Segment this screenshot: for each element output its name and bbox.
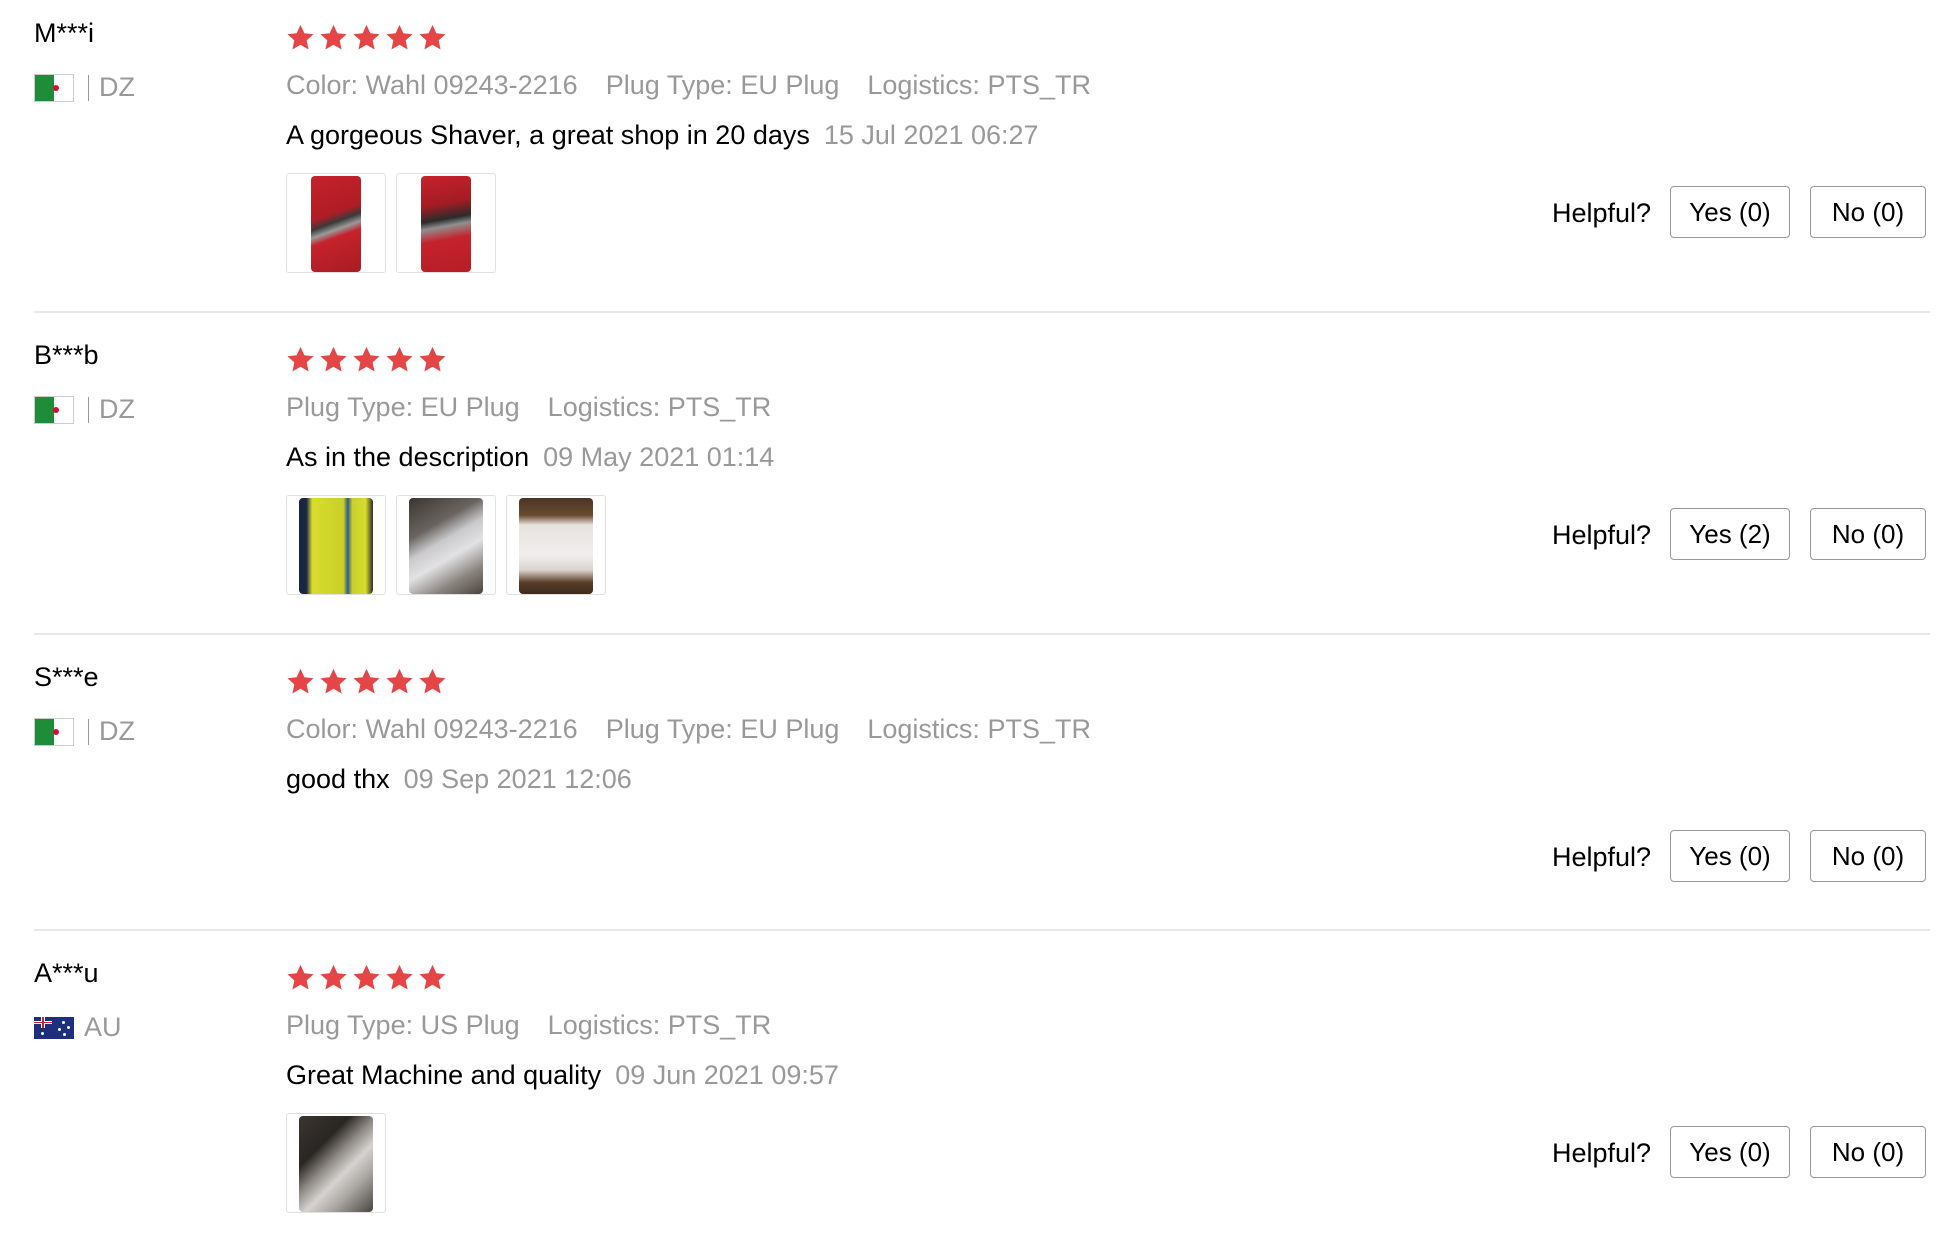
reviewer-country: DZ — [34, 72, 135, 103]
helpful-label: Helpful? — [1552, 842, 1652, 872]
star-icon — [286, 23, 315, 52]
country-code: DZ — [99, 72, 135, 102]
star-icon — [385, 23, 414, 52]
reviewer-name: S***e — [34, 662, 99, 692]
review-photo-thumbnail[interactable] — [286, 173, 386, 273]
star-icon — [385, 963, 414, 992]
helpful-no-button[interactable]: No (0) — [1810, 186, 1926, 238]
sku-attributes: Color: Wahl 09243-2216 Plug Type: EU Plu… — [286, 70, 1091, 101]
reviewer-name: M***i — [34, 18, 95, 48]
review-photo-thumbnail[interactable] — [506, 495, 606, 595]
star-icon — [418, 23, 447, 52]
star-icon — [352, 963, 381, 992]
review-photos — [286, 1113, 386, 1213]
review-comment-line: As in the description 09 May 2021 01:14 — [286, 442, 774, 473]
helpful-label: Helpful? — [1552, 198, 1652, 228]
star-icon — [319, 345, 348, 374]
attr-logistics: Logistics: PTS_TR — [547, 1010, 772, 1040]
reviewer-country: AU — [34, 1012, 122, 1043]
flag-divider — [88, 74, 89, 101]
review-photo-thumbnail[interactable] — [396, 495, 496, 595]
attr-plug-type: Plug Type: EU Plug — [605, 714, 840, 744]
reviewer-name: B***b — [34, 340, 99, 370]
review-text: A gorgeous Shaver, a great shop in 20 da… — [286, 120, 810, 150]
star-icon — [418, 345, 447, 374]
attr-logistics: Logistics: PTS_TR — [867, 714, 1091, 744]
helpful-yes-button[interactable]: Yes (0) — [1670, 830, 1790, 882]
country-code: DZ — [99, 716, 135, 746]
review-divider — [34, 929, 1930, 931]
algeria-flag-icon — [34, 395, 74, 424]
flag-divider — [88, 718, 89, 745]
star-icon — [319, 667, 348, 696]
attr-plug-type: Plug Type: EU Plug — [286, 392, 520, 422]
review-comment-line: Great Machine and quality 09 Jun 2021 09… — [286, 1060, 839, 1091]
attr-plug-type: Plug Type: US Plug — [286, 1010, 520, 1040]
review-comment-line: A gorgeous Shaver, a great shop in 20 da… — [286, 120, 1039, 151]
review-text: good thx — [286, 764, 390, 794]
australia-flag-icon — [34, 1016, 74, 1039]
attr-logistics: Logistics: PTS_TR — [547, 392, 772, 422]
star-icon — [352, 667, 381, 696]
country-code: AU — [84, 1012, 122, 1042]
review-photo-thumbnail[interactable] — [286, 1113, 386, 1213]
star-icon — [319, 963, 348, 992]
star-icon — [352, 345, 381, 374]
star-icon — [352, 23, 381, 52]
star-icon — [319, 23, 348, 52]
review-date: 09 Sep 2021 12:06 — [403, 764, 632, 794]
review-date: 15 Jul 2021 06:27 — [823, 120, 1039, 150]
reviewer-country: DZ — [34, 394, 135, 425]
star-rating — [286, 345, 447, 374]
star-rating — [286, 667, 447, 696]
helpful-yes-button[interactable]: Yes (2) — [1670, 508, 1790, 560]
reviewer-name: A***u — [34, 958, 99, 988]
reviewer-country: DZ — [34, 716, 135, 747]
algeria-flag-icon — [34, 73, 74, 102]
review-comment-line: good thx 09 Sep 2021 12:06 — [286, 764, 632, 795]
star-rating — [286, 23, 447, 52]
star-icon — [418, 963, 447, 992]
star-icon — [385, 345, 414, 374]
review-photo-thumbnail[interactable] — [286, 495, 386, 595]
review-date: 09 Jun 2021 09:57 — [615, 1060, 839, 1090]
helpful-yes-button[interactable]: Yes (0) — [1670, 186, 1790, 238]
star-icon — [385, 667, 414, 696]
star-icon — [418, 667, 447, 696]
sku-attributes: Plug Type: US Plug Logistics: PTS_TR — [286, 1010, 771, 1041]
sku-attributes: Plug Type: EU Plug Logistics: PTS_TR — [286, 392, 771, 423]
algeria-flag-icon — [34, 717, 74, 746]
review-text: Great Machine and quality — [286, 1060, 602, 1090]
star-icon — [286, 963, 315, 992]
flag-divider — [88, 396, 89, 423]
attr-logistics: Logistics: PTS_TR — [867, 70, 1091, 100]
helpful-no-button[interactable]: No (0) — [1810, 508, 1926, 560]
attr-color: Color: Wahl 09243-2216 — [286, 714, 578, 744]
helpful-label: Helpful? — [1552, 1138, 1652, 1168]
review-divider — [34, 633, 1930, 635]
star-icon — [286, 667, 315, 696]
helpful-yes-button[interactable]: Yes (0) — [1670, 1126, 1790, 1178]
review-photo-thumbnail[interactable] — [396, 173, 496, 273]
review-text: As in the description — [286, 442, 530, 472]
attr-color: Color: Wahl 09243-2216 — [286, 70, 578, 100]
review-date: 09 May 2021 01:14 — [543, 442, 775, 472]
review-divider — [34, 311, 1930, 313]
attr-plug-type: Plug Type: EU Plug — [605, 70, 840, 100]
helpful-no-button[interactable]: No (0) — [1810, 830, 1926, 882]
helpful-no-button[interactable]: No (0) — [1810, 1126, 1926, 1178]
helpful-label: Helpful? — [1552, 520, 1652, 550]
review-photos — [286, 495, 606, 595]
sku-attributes: Color: Wahl 09243-2216 Plug Type: EU Plu… — [286, 714, 1091, 745]
country-code: DZ — [99, 394, 135, 424]
star-rating — [286, 963, 447, 992]
star-icon — [286, 345, 315, 374]
review-photos — [286, 173, 496, 273]
